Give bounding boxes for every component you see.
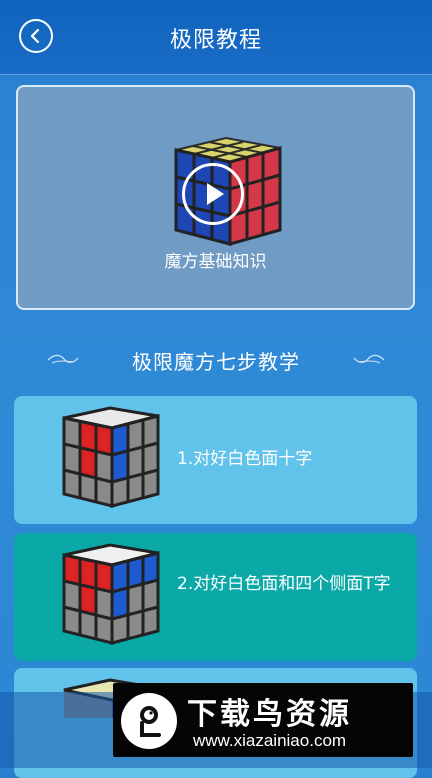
watermark-url: www.xiazainiao.com xyxy=(193,731,347,750)
step-card-2[interactable]: 2.对好白色面和四个侧面T字 xyxy=(14,533,417,661)
header-bar: 极限教程 xyxy=(0,0,432,75)
step-card-1[interactable]: 1.对好白色面十字 xyxy=(14,396,417,524)
play-icon xyxy=(207,183,224,205)
page-title: 极限教程 xyxy=(169,28,262,53)
watermark-banner: 下载鸟资源 www.xiazainiao.com xyxy=(113,683,413,757)
play-button[interactable] xyxy=(182,163,244,225)
step-label-1: 1.对好白色面十字 xyxy=(177,449,313,469)
video-title: 魔方基础知识 xyxy=(164,252,267,272)
bird-logo-icon xyxy=(121,693,177,749)
cube-step-1-image xyxy=(62,406,160,508)
watermark-title: 下载鸟资源 xyxy=(187,697,352,732)
video-card[interactable]: 魔方基础知识 xyxy=(16,85,415,310)
cube-step-2-image xyxy=(62,543,160,645)
right-flourish-icon xyxy=(353,354,385,364)
step-label-2: 2.对好白色面和四个侧面T字 xyxy=(177,574,391,594)
